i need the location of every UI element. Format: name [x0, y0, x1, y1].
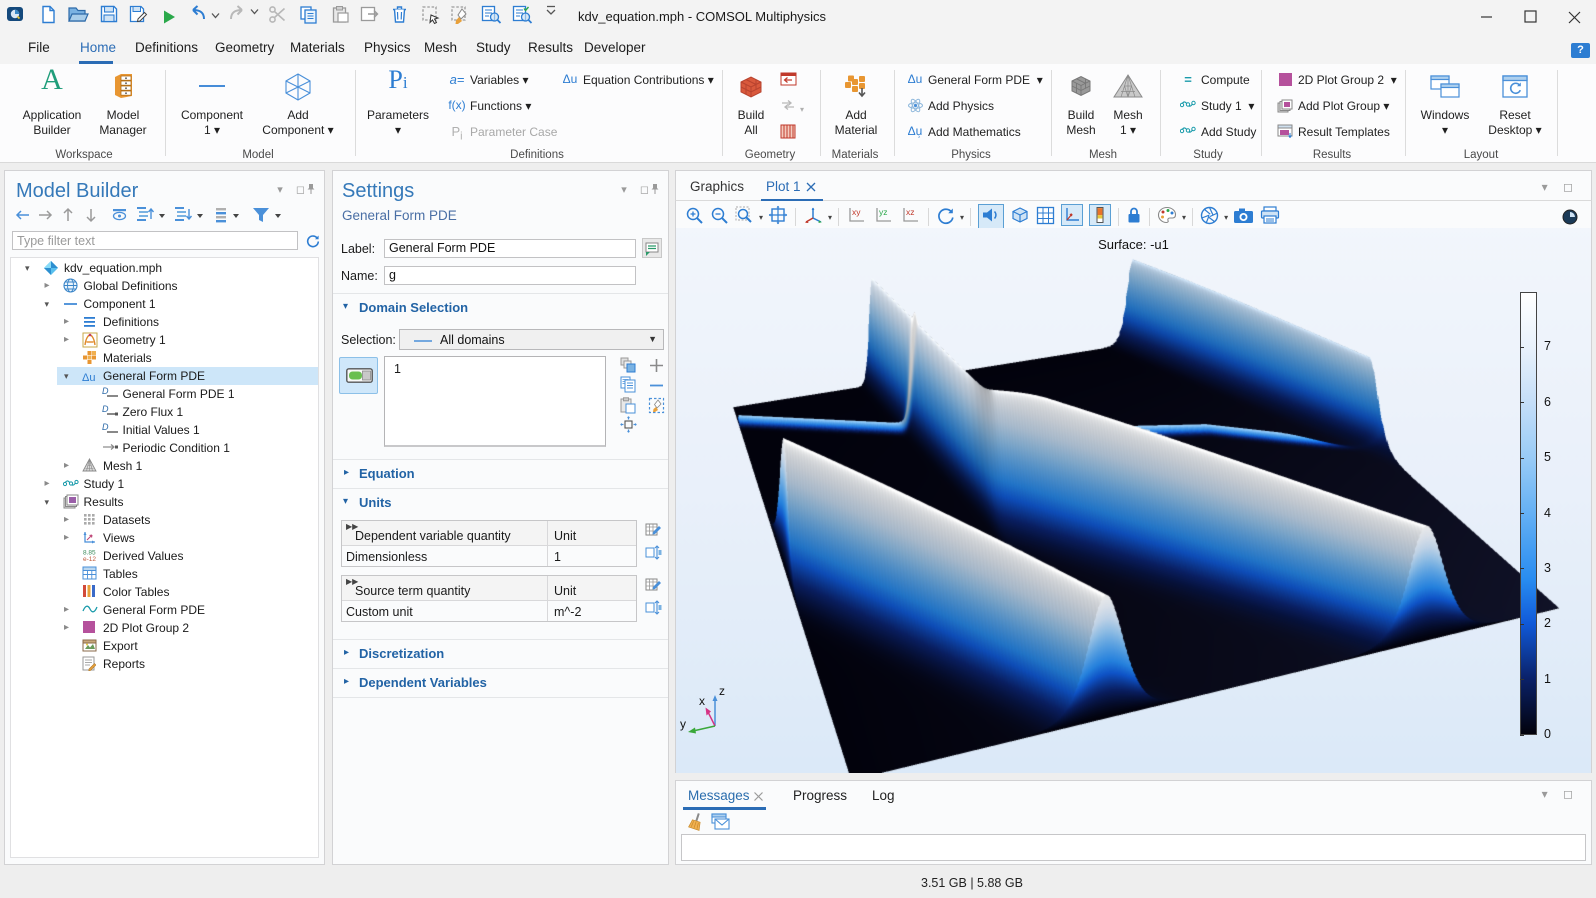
svg-text:e-12: e-12 — [83, 556, 96, 562]
svg-text:y: y — [680, 717, 686, 731]
svg-text:x: x — [699, 694, 705, 708]
svg-text:xz: xz — [906, 207, 915, 217]
svg-text:D: D — [102, 404, 109, 414]
svg-text:z: z — [719, 684, 725, 698]
svg-text:yz: yz — [879, 207, 888, 217]
svg-text:xy: xy — [852, 207, 861, 217]
svg-text:D: D — [102, 422, 109, 432]
svg-text:D: D — [102, 386, 109, 396]
